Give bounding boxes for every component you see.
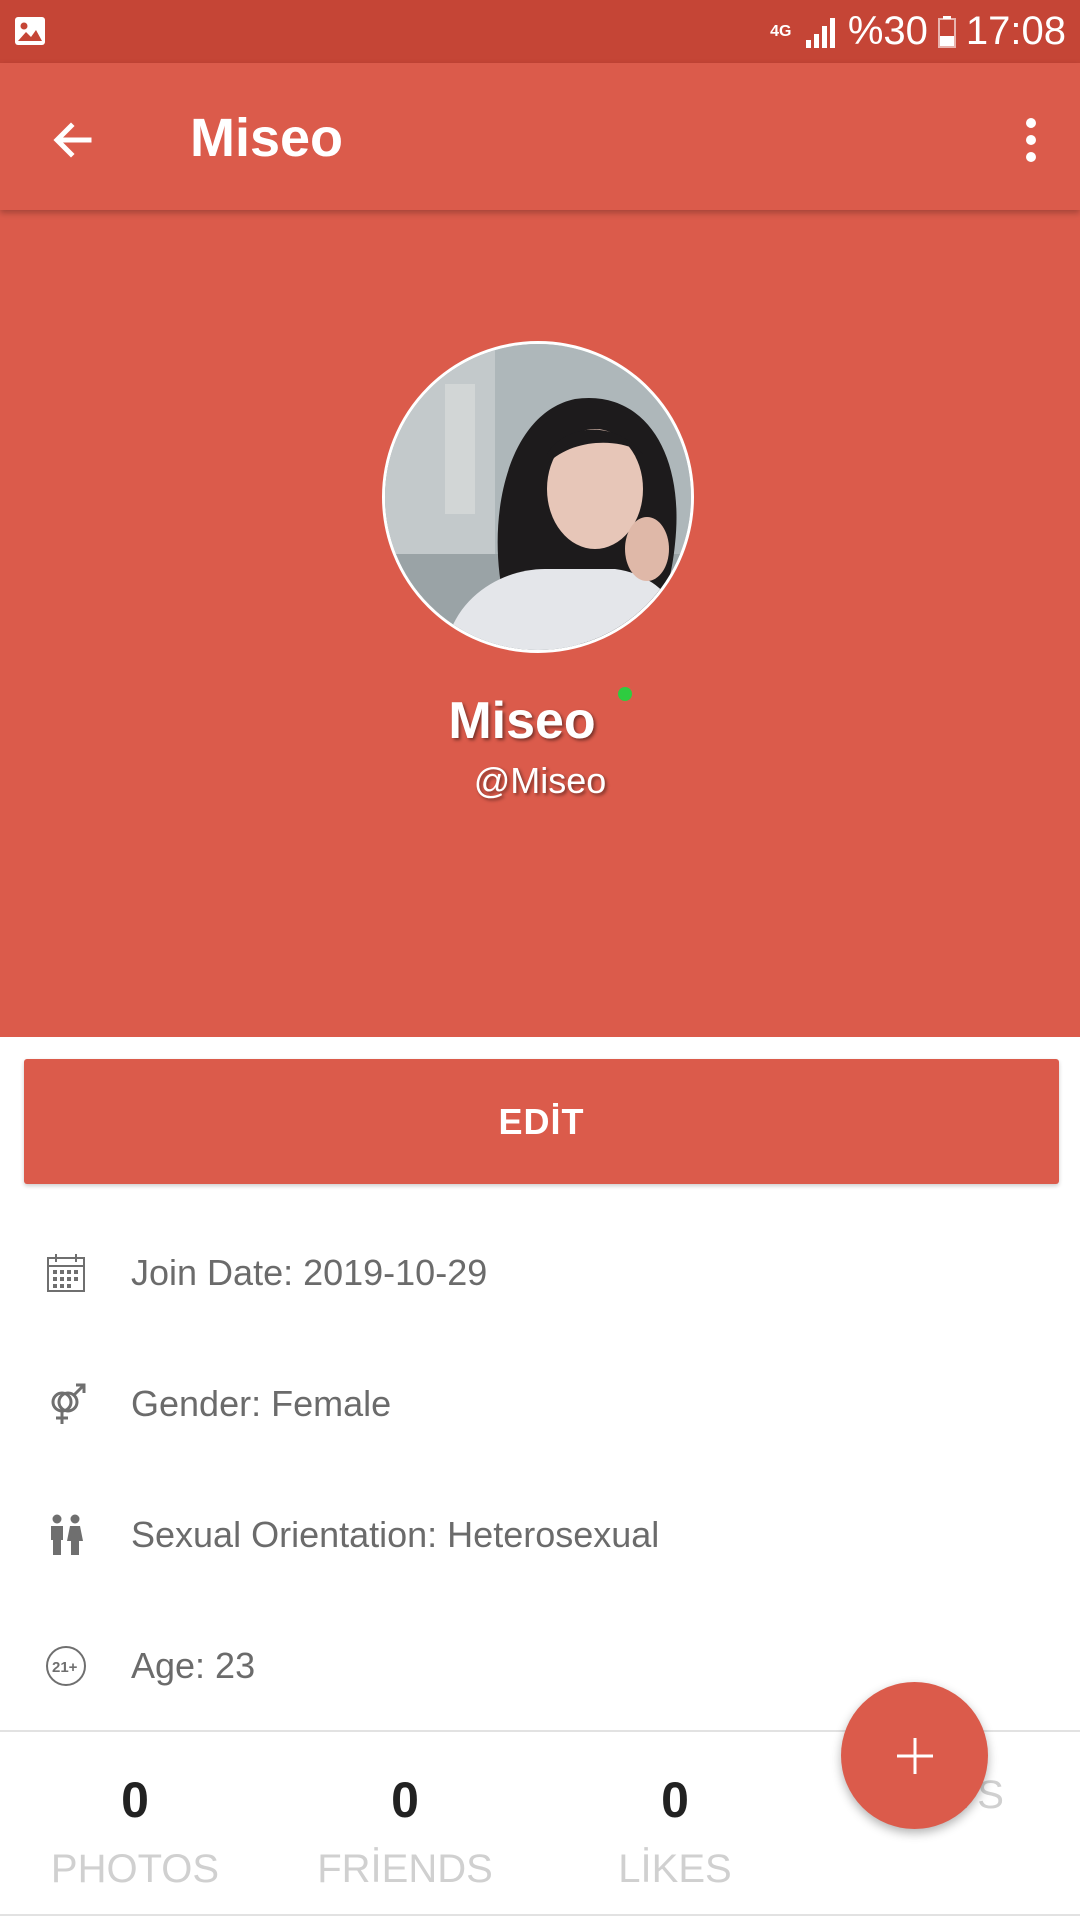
friends-count: 0	[391, 1772, 419, 1828]
gender-text: Gender: Female	[131, 1383, 392, 1424]
stat-friends[interactable]: 0 FRİENDS	[270, 1732, 540, 1894]
edit-profile-button[interactable]: EDİT	[24, 1059, 1059, 1184]
page-title: Miseo	[190, 108, 344, 168]
gallery-icon	[15, 17, 45, 45]
avatar[interactable]	[382, 341, 694, 653]
battery-percent: %30	[847, 9, 928, 53]
add-fab-button[interactable]	[841, 1682, 988, 1829]
friends-label: FRİENDS	[317, 1847, 493, 1891]
username: @Miseo	[473, 760, 607, 801]
info-row-join-date: Join Date: 2019-10-29	[0, 1228, 1080, 1318]
back-button[interactable]	[38, 105, 108, 175]
stat-likes[interactable]: 0 LİKES	[540, 1732, 810, 1894]
bottom-divider	[0, 1914, 1080, 1916]
signal-icon	[805, 17, 835, 48]
likes-count: 0	[661, 1772, 689, 1828]
info-row-orientation: Sexual Orientation: Heterosexual	[0, 1490, 1080, 1580]
network-type: 4G	[770, 22, 792, 40]
display-name-row: Miseo	[0, 687, 1080, 751]
photos-label: PHOTOS	[50, 1847, 220, 1891]
info-row-gender: Gender: Female	[0, 1359, 1080, 1449]
join-date-text: Join Date: 2019-10-29	[131, 1252, 488, 1293]
profile-header: Miseo @Miseo	[0, 210, 1080, 1037]
stat-photos[interactable]: 0 PHOTOS	[0, 1732, 270, 1894]
photos-count: 0	[121, 1772, 149, 1828]
clock: 17:08	[965, 9, 1066, 53]
more-vertical-icon	[1026, 118, 1036, 162]
status-bar: 4G %30 17:08	[0, 0, 1080, 63]
gender-icon	[44, 1382, 88, 1426]
couple-icon	[44, 1513, 88, 1557]
display-name: Miseo	[448, 691, 596, 750]
more-options-button[interactable]	[996, 105, 1066, 175]
arrow-left-icon	[53, 122, 92, 158]
age-text: Age: 23	[131, 1645, 256, 1686]
online-status-dot	[617, 687, 632, 701]
calendar-icon	[44, 1251, 88, 1295]
likes-label: LİKES	[618, 1847, 732, 1891]
svg-text:21+: 21+	[52, 1659, 78, 1676]
orientation-text: Sexual Orientation: Heterosexual	[131, 1514, 660, 1555]
toolbar: Miseo	[0, 63, 1080, 210]
age-21-plus-icon: 21+	[44, 1644, 88, 1688]
battery-icon	[937, 15, 956, 48]
status-indicators: 4G %30 17:08	[768, 0, 1066, 63]
plus-icon	[896, 1737, 933, 1774]
profile-photo	[385, 344, 691, 650]
